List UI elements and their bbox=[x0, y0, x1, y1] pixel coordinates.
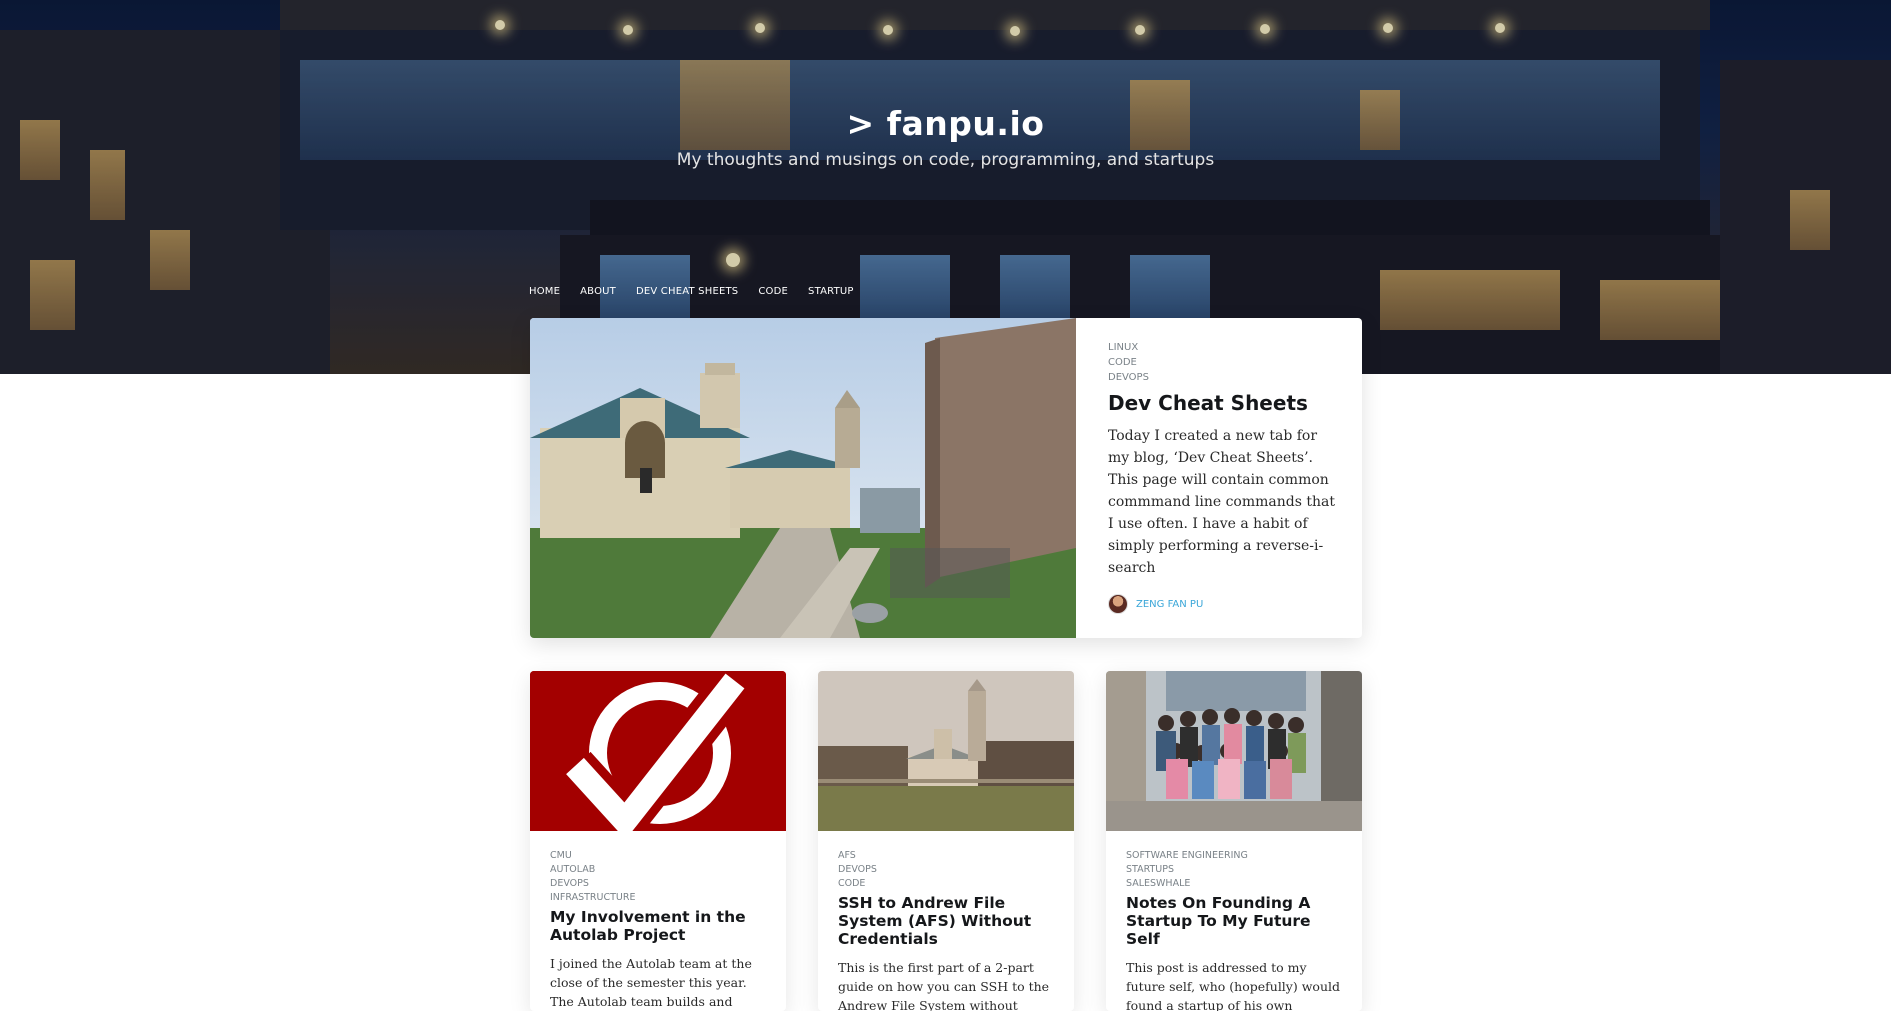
post-card-image[interactable] bbox=[1106, 671, 1362, 831]
nav-item-about[interactable]: ABOUT bbox=[580, 286, 616, 297]
tag[interactable]: AUTOLAB bbox=[550, 863, 766, 877]
post-card-excerpt: This is the first part of a 2-part guide… bbox=[838, 960, 1050, 1011]
post-card-image[interactable] bbox=[818, 671, 1074, 831]
post-card-title[interactable]: Notes On Founding A Startup To My Future… bbox=[1126, 894, 1342, 948]
nav-item-code[interactable]: CODE bbox=[758, 286, 788, 297]
post-card-excerpt: This post is addressed to my future self… bbox=[1126, 960, 1340, 1011]
post-card-title[interactable]: SSH to Andrew File System (AFS) Without … bbox=[838, 894, 1054, 948]
main-nav: HOME ABOUT DEV CHEAT SHEETS CODE STARTUP bbox=[529, 286, 854, 297]
post-author[interactable]: ZENG FAN PU bbox=[1108, 594, 1203, 614]
tag[interactable]: CODE bbox=[838, 877, 1054, 891]
featured-post-card[interactable]: LINUX CODE DEVOPS Dev Cheat Sheets Today… bbox=[530, 318, 1362, 638]
tag[interactable]: CMU bbox=[550, 849, 766, 863]
tag[interactable]: DEVOPS bbox=[1108, 370, 1338, 385]
post-tags: LINUX CODE DEVOPS bbox=[1108, 340, 1338, 385]
tag[interactable]: STARTUPS bbox=[1126, 863, 1342, 877]
post-card[interactable]: SOFTWARE ENGINEERING STARTUPS SALESWHALE… bbox=[1106, 671, 1362, 1011]
post-card-title[interactable]: My Involvement in the Autolab Project bbox=[550, 908, 766, 944]
post-card-image[interactable] bbox=[530, 671, 786, 831]
tag[interactable]: DEVOPS bbox=[550, 877, 766, 891]
featured-post-title[interactable]: Dev Cheat Sheets bbox=[1108, 391, 1338, 415]
site-title[interactable]: > fanpu.io bbox=[0, 104, 1891, 143]
nav-item-startup[interactable]: STARTUP bbox=[808, 286, 854, 297]
nav-item-dev-cheat-sheets[interactable]: DEV CHEAT SHEETS bbox=[636, 286, 738, 297]
tag[interactable]: SALESWHALE bbox=[1126, 877, 1342, 891]
tag[interactable]: DEVOPS bbox=[838, 863, 1054, 877]
tag[interactable]: AFS bbox=[838, 849, 1054, 863]
post-card-excerpt: I joined the Autolab team at the close o… bbox=[550, 956, 752, 1009]
featured-post-image[interactable] bbox=[530, 318, 1076, 638]
tag[interactable]: LINUX bbox=[1108, 340, 1338, 355]
tag[interactable]: CODE bbox=[1108, 355, 1338, 370]
site-description: My thoughts and musings on code, program… bbox=[676, 150, 1215, 170]
featured-post-content: LINUX CODE DEVOPS Dev Cheat Sheets Today… bbox=[1108, 340, 1338, 579]
post-tags: AFS DEVOPS CODE bbox=[838, 849, 1054, 891]
tag[interactable]: INFRASTRUCTURE bbox=[550, 891, 766, 905]
post-tags: CMU AUTOLAB DEVOPS INFRASTRUCTURE bbox=[550, 849, 766, 905]
post-card[interactable]: AFS DEVOPS CODE SSH to Andrew File Syste… bbox=[818, 671, 1074, 1011]
nav-item-home[interactable]: HOME bbox=[529, 286, 560, 297]
author-name[interactable]: ZENG FAN PU bbox=[1136, 599, 1203, 610]
featured-post-excerpt: Today I created a new tab for my blog, ‘… bbox=[1108, 428, 1335, 576]
post-tags: SOFTWARE ENGINEERING STARTUPS SALESWHALE bbox=[1126, 849, 1342, 891]
avatar bbox=[1108, 594, 1128, 614]
tag[interactable]: SOFTWARE ENGINEERING bbox=[1126, 849, 1342, 863]
post-card[interactable]: CMU AUTOLAB DEVOPS INFRASTRUCTURE My Inv… bbox=[530, 671, 786, 1011]
